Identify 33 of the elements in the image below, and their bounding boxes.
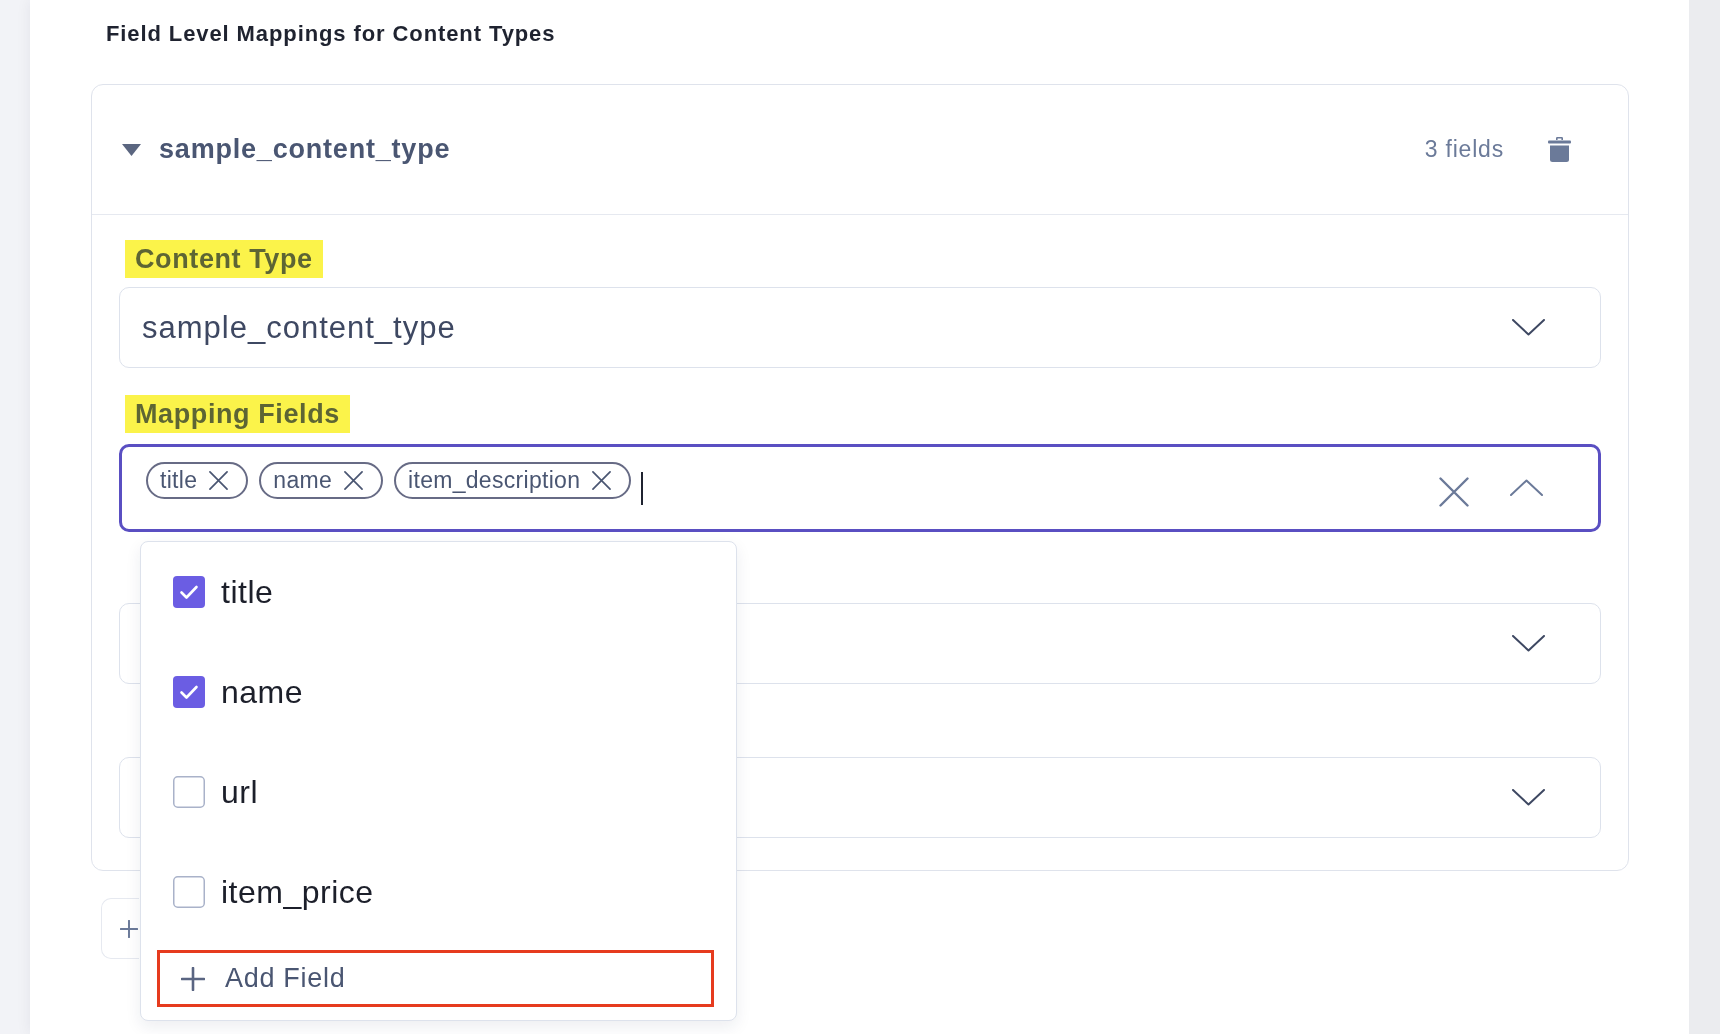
clear-icon[interactable] — [1439, 477, 1469, 507]
multi-select-field[interactable]: title name item_description — [119, 444, 1601, 532]
field-label: Mapping Fields — [125, 395, 350, 433]
checkbox[interactable] — [173, 576, 205, 608]
remove-icon[interactable] — [209, 471, 229, 490]
chevron-down-icon[interactable] — [1512, 789, 1545, 806]
field-label: Content Type — [125, 240, 323, 278]
field-count: 3 fields — [1424, 136, 1504, 163]
plus-icon — [120, 919, 138, 938]
tag-chip[interactable]: item_description — [394, 462, 632, 499]
checkbox[interactable] — [173, 776, 205, 808]
dropdown-option[interactable]: url — [141, 742, 736, 842]
mapping-title: sample_content_type — [159, 134, 451, 165]
checkbox[interactable] — [173, 876, 205, 908]
dropdown-option[interactable]: name — [141, 642, 736, 742]
trash-icon[interactable] — [1548, 137, 1571, 162]
section-heading: Field Level Mappings for Content Types — [106, 22, 556, 46]
chevron-up-icon[interactable] — [1510, 479, 1543, 496]
chevron-down-icon[interactable] — [1512, 319, 1545, 336]
select-field[interactable]: sample_content_type — [119, 287, 1601, 368]
remove-icon[interactable] — [344, 471, 364, 490]
checkbox[interactable] — [173, 676, 205, 708]
add-button[interactable] — [101, 898, 139, 959]
remove-icon[interactable] — [592, 471, 612, 490]
caret-down-icon[interactable] — [122, 143, 141, 156]
chevron-down-icon[interactable] — [1512, 635, 1545, 652]
dropdown-option[interactable]: title — [141, 542, 736, 642]
text-cursor — [641, 472, 644, 505]
dropdown-option[interactable]: item_price — [141, 842, 736, 942]
tag-chip[interactable]: title — [146, 462, 249, 499]
plus-icon — [181, 966, 205, 991]
add-field-button[interactable]: Add Field — [157, 950, 714, 1007]
tag-chip[interactable]: name — [259, 462, 384, 499]
